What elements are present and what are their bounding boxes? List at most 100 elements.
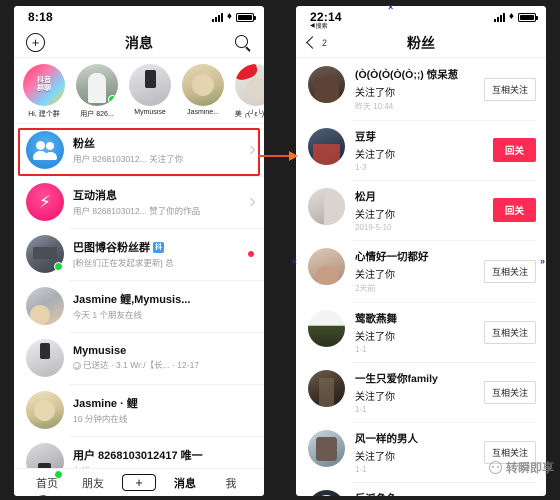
story-item-3[interactable]: Jasmine... xyxy=(181,64,225,119)
message-row-fans[interactable]: 粉丝 用户 8268103012... 关注了你 xyxy=(14,124,264,176)
story-badge-line1: 抖音 xyxy=(37,76,51,84)
fan-name: 豆芽 xyxy=(355,131,376,143)
fan-time: 1-1 xyxy=(355,405,367,414)
fan-name: (Ò(Ò(Ò(Ò(Ò;;) 惊呆葱 xyxy=(355,69,459,81)
arrow-line xyxy=(258,155,292,157)
flow-arrow xyxy=(258,150,302,162)
back-button[interactable]: 2 xyxy=(306,36,327,49)
group-create-avatar: 抖音 群聊 xyxy=(23,64,65,106)
message-body: 粉丝 用户 8268103012... 关注了你 xyxy=(73,135,240,165)
fan-avatar-5 xyxy=(308,310,345,347)
left-status-bar: 8:18 ♦ xyxy=(14,6,264,28)
story-item-0[interactable]: 抖音 群聊 Hi, 建个群 xyxy=(22,64,66,119)
fan-avatar-4 xyxy=(308,248,345,285)
wechat-icon xyxy=(488,461,502,474)
watermark: 转瞬即享 xyxy=(488,459,554,476)
mymusise-avatar xyxy=(26,339,64,377)
message-title: Jasmine 鲤,Mymusis... xyxy=(73,294,191,306)
story-label: 美 ╭(╯ε╰)╮ 利 xyxy=(234,111,264,118)
message-subtitle: 今天 1 个朋友在线 xyxy=(73,310,142,320)
chevron-right-mark-icon: » xyxy=(540,256,546,266)
message-body: Jasmine 鲤,Mymusis... 今天 1 个朋友在线 xyxy=(73,291,254,321)
message-title: Mymusise xyxy=(73,345,127,357)
fan-action: 关注了你 xyxy=(355,452,395,463)
story-item-4[interactable]: 美 ╭(╯ε╰)╮ 利 xyxy=(234,64,264,119)
fan-avatar-2 xyxy=(308,128,345,165)
message-list: 粉丝 用户 8268103012... 关注了你 ⚡ 互动消息 用户 82681… xyxy=(14,124,264,496)
message-title: 互动消息 xyxy=(73,190,117,202)
fan-body: 松月 关注了你 2019-5-10 xyxy=(355,188,493,232)
fan-body: 一生只爱你family 关注了你 1-1 xyxy=(355,370,484,414)
fan-name: 心情好一切都好 xyxy=(355,251,429,263)
fan-time: 2天前 xyxy=(355,284,376,293)
right-nav-bar: 2 粉丝 xyxy=(296,28,546,58)
battery-icon xyxy=(236,12,256,22)
message-title: 用户 8268103012417 唯一 xyxy=(73,450,203,462)
message-row-friends[interactable]: Jasmine 鲤,Mymusis... 今天 1 个朋友在线 xyxy=(14,280,264,332)
chevron-left-mark-icon: « xyxy=(292,256,298,266)
left-phone-screen: 8:18 ♦ + 消息 抖音 群聊 Hi, 建个群 用户 826... Mymu… xyxy=(14,6,264,496)
page-title: 粉丝 xyxy=(407,34,435,51)
story-label: Jasmine... xyxy=(187,109,219,116)
follow-back-button[interactable]: 回关 xyxy=(492,198,536,222)
story-item-1[interactable]: 用户 826... xyxy=(75,64,119,119)
right-status-bar: 22:14 ♦ ◀ 搜索 xyxy=(296,6,546,30)
fan-avatar-1 xyxy=(308,66,345,103)
message-subtitle: 10 分钟内在线 xyxy=(73,414,128,424)
message-row-mymusise[interactable]: Mymusise 已送达 · 3.1 Wr:/【长... · 12-17 xyxy=(14,332,264,384)
screenshot-stage: 8:18 ♦ + 消息 抖音 群聊 Hi, 建个群 用户 826... Mymu… xyxy=(0,0,560,500)
user-avatar xyxy=(76,64,118,106)
chevron-right-icon xyxy=(246,197,256,207)
fan-action: 关注了你 xyxy=(355,392,395,403)
fan-body: 风一样的男人 关注了你 1-1 xyxy=(355,430,484,474)
message-title: 巴图博谷粉丝群 抖 xyxy=(73,239,240,255)
fan-row-5[interactable]: 一生只爱你family 关注了你 1-1 互相关注 xyxy=(296,362,546,422)
wifi-icon: ♦ xyxy=(508,11,514,22)
wifi-icon: ♦ xyxy=(226,11,232,22)
follow-back-button[interactable]: 回关 xyxy=(492,138,536,162)
plus-circle-icon[interactable]: + xyxy=(26,33,45,52)
fan-body: 心情好一切都好 关注了你 2天前 xyxy=(355,248,484,294)
left-nav-bar: + 消息 xyxy=(14,28,264,58)
user-avatar xyxy=(182,64,224,106)
story-label: Mymusise xyxy=(134,109,166,116)
search-icon[interactable] xyxy=(234,34,252,52)
right-phone-screen: 22:14 ♦ ◀ 搜索 2 粉丝 (Ò(Ò(Ò(Ò(Ò;;) 惊呆葱 关注了你… xyxy=(296,6,546,496)
mutual-follow-button[interactable]: 互相关注 xyxy=(483,380,536,404)
message-body: Jasmine · 鲤 10 分钟内在线 xyxy=(73,395,254,425)
fan-time: 2019-5-10 xyxy=(355,223,392,232)
signal-icon xyxy=(493,12,505,22)
story-item-2[interactable]: Mymusise xyxy=(128,64,172,119)
jasmine-avatar xyxy=(26,391,64,429)
tab-home[interactable]: 首页 xyxy=(24,475,70,491)
message-body: 巴图博谷粉丝群 抖 [粉丝们正在发起求更新] 总 xyxy=(73,239,240,269)
fan-row-4[interactable]: 莺歌燕舞 关注了你 1-1 互相关注 xyxy=(296,302,546,362)
message-row-group[interactable]: 巴图博谷粉丝群 抖 [粉丝们正在发起求更新] 总 xyxy=(14,228,264,280)
tab-friends[interactable]: 朋友 xyxy=(70,475,116,491)
fan-row-7[interactable]: 反派角色 关注了你 1-1 互相关注 xyxy=(296,482,546,496)
unread-dot xyxy=(248,251,254,257)
tab-profile[interactable]: 我 xyxy=(208,475,254,491)
message-row-interaction[interactable]: ⚡ 互动消息 用户 8268103012... 赞了你的作品 xyxy=(14,176,264,228)
fan-row-2[interactable]: 松月 关注了你 2019-5-10 回关 xyxy=(296,180,546,240)
tab-messages[interactable]: 消息 xyxy=(162,475,208,491)
add-post-button[interactable]: + xyxy=(122,474,156,491)
arrow-head-icon xyxy=(289,150,298,161)
message-row-jasmine[interactable]: Jasmine · 鲤 10 分钟内在线 xyxy=(14,384,264,436)
fans-icon-avatar xyxy=(26,131,64,169)
fan-name: 松月 xyxy=(355,191,376,203)
stories-row[interactable]: 抖音 群聊 Hi, 建个群 用户 826... Mymusise Jasmine… xyxy=(14,58,264,124)
online-dot xyxy=(108,95,117,104)
mutual-follow-button[interactable]: 互相关注 xyxy=(483,77,536,101)
fan-row-0[interactable]: (Ò(Ò(Ò(Ò(Ò;;) 惊呆葱 关注了你 昨天 10:44 互相关注 xyxy=(296,58,546,120)
fan-row-1[interactable]: 豆芽 关注了你 1-3 回关 xyxy=(296,120,546,180)
watermark-text: 转瞬即享 xyxy=(505,461,554,475)
interaction-icon-avatar: ⚡ xyxy=(26,183,64,221)
fan-name: 一生只爱你family xyxy=(355,373,438,385)
message-body: 互动消息 用户 8268103012... 赞了你的作品 xyxy=(73,187,240,217)
message-subtitle-text: 已送达 · 3.1 Wr:/【长... · 12-17 xyxy=(83,360,200,370)
fan-row-3[interactable]: 心情好一切都好 关注了你 2天前 互相关注 xyxy=(296,240,546,302)
delivered-check-icon xyxy=(73,361,81,370)
mutual-follow-button[interactable]: 互相关注 xyxy=(483,259,536,283)
mutual-follow-button[interactable]: 互相关注 xyxy=(483,320,536,344)
